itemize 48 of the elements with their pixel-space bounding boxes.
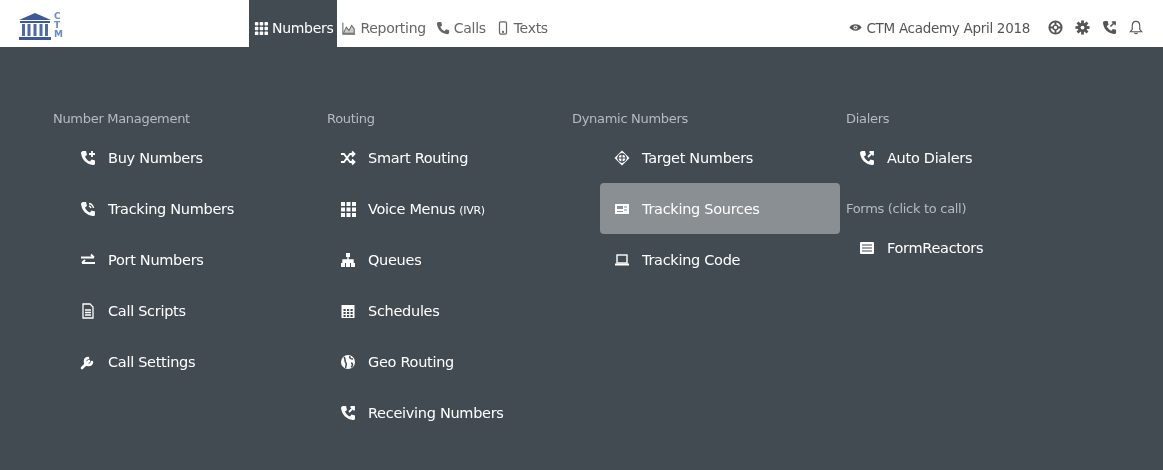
- help-lifebuoy-icon[interactable]: [1048, 20, 1063, 35]
- menu-item[interactable]: Geo Routing: [327, 336, 577, 387]
- laptop-icon: [614, 251, 630, 268]
- account-name[interactable]: CTM Academy April 2018: [866, 19, 1030, 36]
- menu-item[interactable]: Target Numbers: [600, 132, 840, 183]
- list-icon: [859, 239, 875, 256]
- grid-icon: [340, 200, 356, 217]
- calendar-icon: [340, 302, 356, 319]
- phone-arrow-icon[interactable]: [1102, 20, 1117, 35]
- bell-icon[interactable]: [1129, 20, 1143, 35]
- menu-item[interactable]: FormReactors: [846, 222, 1096, 273]
- temple-logo-icon: [18, 11, 52, 40]
- menu-item[interactable]: Voice Menus (IVR): [327, 183, 577, 234]
- section-heading: Number Management: [53, 111, 191, 128]
- grid-icon: [254, 20, 268, 35]
- menu-item[interactable]: Queues: [327, 234, 577, 285]
- eye-icon: [849, 23, 863, 32]
- document-icon: [80, 302, 96, 319]
- logo-letters: CTM: [54, 12, 63, 39]
- section-heading: Dynamic Numbers: [572, 111, 689, 128]
- settings-icon[interactable]: [1075, 20, 1090, 35]
- phone-icon: [435, 20, 450, 35]
- globe-icon: [340, 353, 356, 370]
- phone-waves-icon: [80, 200, 96, 217]
- phone-arrow-icon: [859, 149, 875, 166]
- phone-arrow-icon: [340, 404, 356, 421]
- menu-item[interactable]: Buy Numbers: [53, 132, 303, 183]
- nav-tab[interactable]: Texts: [490, 0, 553, 47]
- phone-plus-icon: [80, 149, 96, 166]
- menu-item[interactable]: Schedules: [327, 285, 577, 336]
- nav-tab[interactable]: Numbers: [249, 0, 338, 47]
- menu-item[interactable]: Smart Routing: [327, 132, 577, 183]
- chart-icon: [342, 20, 357, 35]
- menu-item[interactable]: Call Scripts: [53, 285, 303, 336]
- menu-item[interactable]: Call Settings: [53, 336, 303, 387]
- section-heading: Forms (click to call): [846, 201, 968, 218]
- nav-tab[interactable]: Reporting: [337, 0, 431, 47]
- section-heading: Routing: [327, 111, 376, 128]
- menu-item[interactable]: Tracking Numbers: [53, 183, 303, 234]
- crosshair-icon: [614, 149, 630, 166]
- hierarchy-icon: [340, 251, 356, 268]
- section-heading: Dialers: [846, 111, 891, 128]
- menu-item[interactable]: Port Numbers: [53, 234, 303, 285]
- menu-item[interactable]: Receiving Numbers: [327, 387, 577, 438]
- menu-item[interactable]: Tracking Code: [600, 234, 840, 285]
- shuffle-icon: [340, 149, 356, 166]
- menu-item[interactable]: Auto Dialers: [846, 132, 1096, 183]
- nav-tab[interactable]: Calls: [430, 0, 491, 47]
